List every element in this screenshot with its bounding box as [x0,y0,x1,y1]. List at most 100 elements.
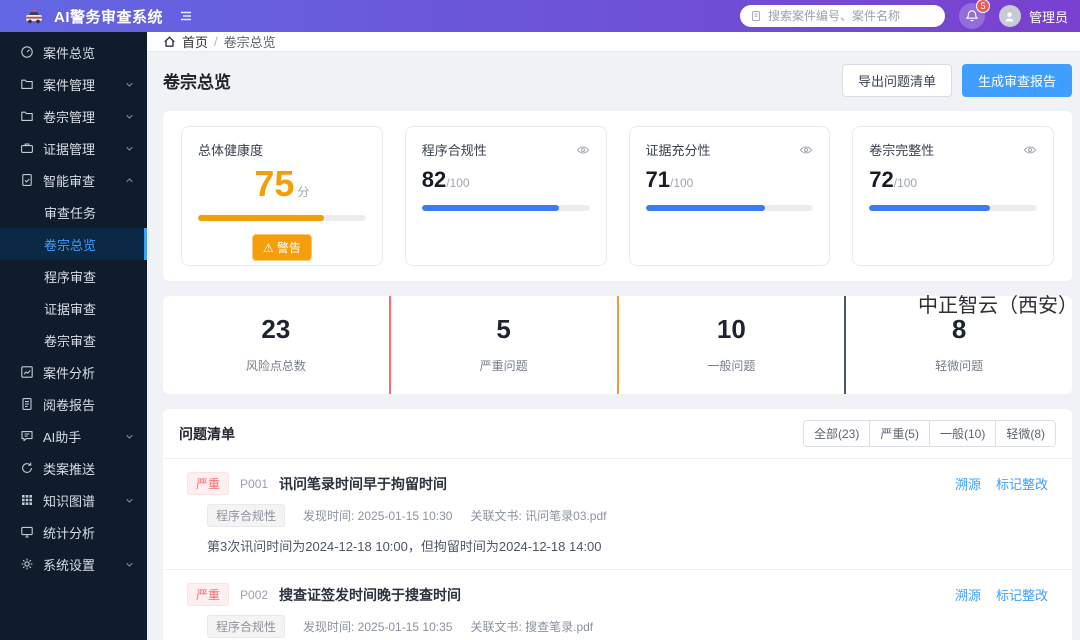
menu-collapse-icon[interactable] [179,9,193,23]
stat-total-risks: 23 风险点总数 [163,296,389,394]
dashboard-icon [20,45,34,59]
document-check-icon [20,173,34,187]
sidebar-subitem-dossier-overview[interactable]: 卷宗总览 [0,228,147,260]
metric-value: 71 [645,167,670,192]
sidebar-item-smart-review[interactable]: 智能审查 [0,164,147,196]
search-input[interactable] [767,9,935,23]
sidebar-item-case-analysis[interactable]: 案件分析 [0,356,147,388]
severity-badge: 严重 [187,472,230,495]
export-issues-button[interactable]: 导出问题清单 [841,64,952,97]
filter-all-button[interactable]: 全部(23) [802,420,871,447]
metric-card-procedure: 程序合规性 82/100 [404,126,607,266]
stat-label: 风险点总数 [245,359,306,373]
severity-badge: 严重 [187,583,230,606]
stat-label: 轻微问题 [935,359,984,373]
metric-value: 82 [421,167,447,192]
sidebar-item-label: 阅卷报告 [43,397,96,413]
sidebar-subitem-review-tasks[interactable]: 审查任务 [0,196,147,228]
sidebar-item-statistics[interactable]: 统计分析 [0,516,147,548]
sidebar-item-dossier-management[interactable]: 卷宗管理 [0,100,147,132]
sidebar-item-system-settings[interactable]: 系统设置 [0,548,147,580]
sidebar-subitem-label: 审查任务 [44,205,97,221]
chart-icon [20,365,34,379]
global-search[interactable] [739,5,945,27]
sidebar-subitem-procedure-review[interactable]: 程序审查 [0,260,147,292]
folder-icon [20,109,34,123]
sidebar-item-knowledge-graph[interactable]: 知识图谱 [0,484,147,516]
issue-title: 讯问笔录时间早于拘留时间 [279,475,448,492]
stat-value: 23 [261,314,291,344]
sidebar-item-label: 证据管理 [43,141,96,157]
chevron-up-icon [124,175,135,186]
filter-minor-button[interactable]: 轻微(8) [995,420,1056,447]
home-icon[interactable] [163,35,176,48]
chevron-down-icon [124,111,135,122]
sidebar-item-reading-report[interactable]: 阅卷报告 [0,388,147,420]
eye-icon[interactable] [1023,143,1037,157]
mark-fixed-link[interactable]: 标记整改 [996,474,1048,493]
monitor-icon [20,525,34,539]
mark-fixed-link[interactable]: 标记整改 [996,585,1048,604]
sidebar-item-case-overview[interactable]: 案件总览 [0,36,147,68]
report-icon [20,397,34,411]
card-label: 程序合规性 [421,143,487,158]
stat-value: 10 [716,314,746,344]
eye-icon[interactable] [576,143,590,157]
breadcrumb-home[interactable]: 首页 [182,32,208,51]
avatar[interactable] [998,5,1021,27]
sidebar-item-label: 系统设置 [43,557,96,573]
stat-value: 8 [951,314,967,344]
chat-icon [20,429,34,443]
issue-found-time: 发现时间: 2025-01-15 10:35 [303,620,453,634]
folder-icon [20,77,34,91]
stat-label: 严重问题 [479,359,528,373]
page-title: 卷宗总览 [163,73,231,92]
warning-status-badge[interactable]: ⚠ 警告 [251,234,312,261]
user-icon [1005,11,1015,22]
stat-critical-issues: 5 严重问题 [388,296,617,394]
breadcrumb-current: 卷宗总览 [223,35,276,50]
sidebar-item-label: 卷宗管理 [43,109,96,125]
document-search-icon [750,10,762,22]
issues-title: 问题清单 [179,425,235,442]
issue-description: 第3次讯问时间为2024-12-18 10:00，但拘留时间为2024-12-1… [207,539,602,554]
health-score-value: 75 [254,163,295,204]
sidebar-item-case-management[interactable]: 案件管理 [0,68,147,100]
grid-icon [20,493,34,507]
gear-icon [20,557,34,571]
sidebar-item-label: 案件管理 [43,77,96,93]
card-label: 卷宗完整性 [869,143,935,158]
filter-critical-button[interactable]: 严重(5) [869,420,930,447]
issue-found-time: 发现时间: 2025-01-15 10:30 [303,509,453,523]
sidebar-subitem-dossier-review[interactable]: 卷宗审查 [0,324,147,356]
metric-progress [421,205,590,211]
issue-related-doc: 关联文书: 讯问笔录03.pdf [470,509,607,523]
issue-id: P002 [240,587,269,602]
police-car-icon [24,6,44,26]
health-score-unit: 分 [297,185,310,199]
filter-general-button[interactable]: 一般(10) [928,420,997,447]
sidebar-item-ai-assistant[interactable]: AI助手 [0,420,147,452]
trace-link[interactable]: 溯源 [955,474,981,493]
issue-related-doc: 关联文书: 搜查笔录.pdf [470,620,594,634]
sidebar-item-label: 统计分析 [43,525,96,541]
metric-card-evidence: 证据充分性 71/100 [628,126,831,266]
stat-general-issues: 10 一般问题 [616,296,845,394]
user-name[interactable]: 管理员 [1029,7,1068,26]
trace-link[interactable]: 溯源 [955,585,981,604]
sidebar-item-evidence-management[interactable]: 证据管理 [0,132,147,164]
notification-button[interactable]: 5 [958,0,990,29]
vendor-watermark: 中正智云（西安） [918,295,1078,317]
metric-value: 72 [869,167,894,192]
sidebar-subitem-evidence-review[interactable]: 证据审查 [0,292,147,324]
metric-suffix: /100 [446,176,470,190]
issue-row: 严重 P001 讯问笔录时间早于拘留时间 溯源 标记整改 程序合规性 发现时间:… [163,459,1072,570]
sync-icon [20,461,34,475]
issue-category-tag: 程序合规性 [207,615,286,638]
sidebar-subitem-label: 卷宗总览 [44,237,97,253]
health-score-card: 总体健康度 75 分 ⚠ 警告 [181,126,383,266]
sidebar-item-similar-case-push[interactable]: 类案推送 [0,452,147,484]
card-label: 总体健康度 [198,143,264,158]
eye-icon[interactable] [799,143,813,157]
generate-report-button[interactable]: 生成审查报告 [961,64,1072,97]
